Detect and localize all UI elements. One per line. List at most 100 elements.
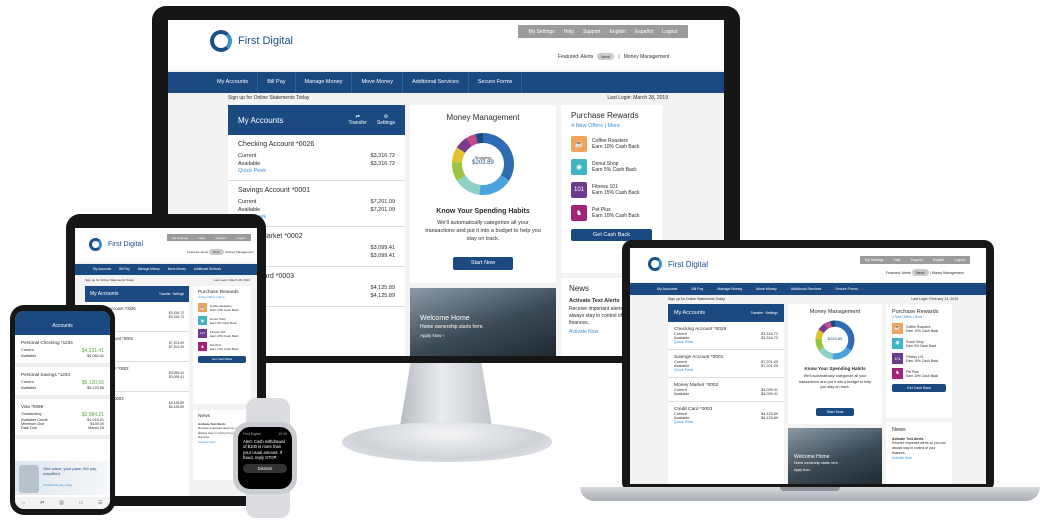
util-logout[interactable]: Logout [954,258,965,262]
util-support[interactable]: Support [583,29,601,35]
news-body: Receive important alerts so you can alwa… [892,441,946,455]
promo-banner[interactable]: One place, your pace. Bill pay, simplifi… [15,461,110,495]
reward-item[interactable]: ☕ Coffee Roasters Earn 10% Cash Back [198,303,246,312]
reward-item[interactable]: ◉ Donut Shop Earn 5% Cash Back [892,338,946,349]
reward-item[interactable]: ♞ Pet Plus Earn 10% Cash Back [892,368,946,379]
util-logout[interactable]: Logout [662,29,677,35]
util-my-settings[interactable]: My Settings [529,29,555,35]
util-support[interactable]: Support [911,258,923,262]
util-logout[interactable]: Logout [237,236,246,240]
nav-secure-forms[interactable]: Secure Forms [828,283,865,295]
more-link[interactable]: More [608,123,621,129]
apply-now-link[interactable]: Apply Now › [794,468,811,472]
reward-item[interactable]: 101 Fitness 101 Earn 15% Cash Back [198,329,246,338]
util-my-settings[interactable]: My Settings [865,258,883,262]
reward-item[interactable]: 101 Fitness 101 Earn 15% Cash Back [892,353,946,364]
util-english[interactable]: English [610,29,626,35]
dismiss-button[interactable]: Dismiss [243,463,287,473]
nav-move-money[interactable]: Move Money [164,264,190,275]
reward-item[interactable]: ♞ Pet Plus Earn 10% Cash Back [571,205,652,221]
util-help[interactable]: Help [564,29,574,35]
phone-account-item[interactable]: Visa *0098 Outstanding $2,984.21 Availabl… [15,399,110,439]
menu-tab-icon[interactable]: ☰ [98,500,102,506]
nav-bill-pay[interactable]: Bill Pay [684,283,710,295]
featured-alerts-link[interactable]: Featured: Alerts [886,271,911,275]
new-offers-link[interactable]: 4 New Offers [198,295,215,299]
nav-bill-pay[interactable]: Bill Pay [115,264,134,275]
nav-move-money[interactable]: Move Money [352,72,403,93]
start-now-button[interactable]: Start Now [453,257,513,270]
nav-bill-pay[interactable]: Bill Pay [258,72,296,93]
nav-secure-forms[interactable]: Secure Forms [469,72,523,93]
quick-peek-link[interactable]: Quick Peek [674,368,778,372]
welcome-banner[interactable]: Welcome Home Home ownership starts here.… [788,428,882,484]
nav-my-accounts[interactable]: My Accounts [650,283,684,295]
start-now-button[interactable]: Start Now [816,408,854,416]
nav-additional-services[interactable]: Additional Services [190,264,225,275]
nav-my-accounts[interactable]: My Accounts [208,72,259,93]
nav-manage-money[interactable]: Manage Money [296,72,353,93]
util-help[interactable]: Help [199,236,205,240]
brand-logo[interactable]: First Digital [89,238,143,251]
reward-item[interactable]: ◉ Donut Shop Earn 5% Cash Back [198,316,246,325]
card-tab-icon[interactable]: ▭ [79,500,84,506]
reward-item[interactable]: ◉ Donut Shop Earn 5% Cash Back [571,159,652,175]
brand-logo[interactable]: First Digital [648,257,708,271]
transfer-tab-icon[interactable]: ⇄ [40,500,44,506]
nav-move-money[interactable]: Move Money [749,283,784,295]
account-item[interactable]: Money Market *0002Current$3,099.41Availa… [668,378,784,402]
util-support[interactable]: Support [215,236,226,240]
featured-alerts-link[interactable]: Featured: Alerts [558,54,593,60]
quick-peek-link[interactable]: Quick Peek [674,420,778,424]
transfer-button[interactable]: ⇄ Transfer [348,114,366,126]
donut-segment [824,321,832,329]
util-english[interactable]: English [933,258,944,262]
activate-now-link[interactable]: Activate Now [892,456,946,460]
featured-alerts-link[interactable]: Featured: Alerts [187,250,208,254]
nav-additional-services[interactable]: Additional Services [403,72,469,93]
reward-item[interactable]: ♞ Pet Plus Earn 10% Cash Back [198,342,246,351]
phone-account-item[interactable]: Personal Savings *1234 Current $5,120.56 … [15,367,110,399]
home-tab-icon[interactable]: ⌂ [22,500,25,506]
reward-item[interactable]: ☕ Coffee Roasters Earn 10% Cash Back [571,136,652,152]
nav-manage-money[interactable]: Manage Money [710,283,749,295]
account-item[interactable]: Checking Account *0026Current$3,316.72Av… [668,322,784,350]
statements-link[interactable]: Sign up for Online Statements Today [668,297,725,301]
watch-alert-message: Alert: Cash withdrawal of $100 is more t… [243,439,285,461]
nav-manage-money[interactable]: Manage Money [134,264,164,275]
money-management-link[interactable]: Money Management [624,54,670,60]
util-espanol[interactable]: Español [635,29,653,35]
more-link[interactable]: More [218,295,225,299]
new-offers-link[interactable]: 4 New Offers [892,315,912,319]
account-item[interactable]: Savings Account *0001Current$7,201.09Ava… [668,350,784,378]
money-management-link[interactable]: Money Management [226,250,253,254]
more-link[interactable]: More [915,315,923,319]
util-my-settings[interactable]: My Settings [172,236,188,240]
reward-item[interactable]: 101 Fitness 101 Earn 15% Cash Back [571,182,652,198]
nav-additional-services[interactable]: Additional Services [784,283,829,295]
transfer-button[interactable]: Transfer [159,292,171,296]
quick-peek-link[interactable]: Quick Peek [674,340,778,344]
apply-now-link[interactable]: Apply Now › [420,333,444,338]
welcome-banner[interactable]: Welcome Home Home ownership starts here.… [410,288,556,356]
phone-account-item[interactable]: Personal Checking *1234 Current $4,231.41… [15,335,110,367]
util-help[interactable]: Help [893,258,900,262]
new-offers-link[interactable]: 4 New Offers [571,123,603,129]
account-item[interactable]: Credit Card *0003Current$4,125.89Availab… [668,402,784,429]
statements-link[interactable]: Sign up for Online Statements Today [85,278,134,282]
get-cash-back-button[interactable]: Get Cash Back [892,384,946,392]
nav-my-accounts[interactable]: My Accounts [89,264,115,275]
get-cash-back-button[interactable]: Get Cash Back [198,356,246,363]
money-management-link[interactable]: Money Management [932,271,964,275]
promo-link[interactable]: Activate bill pay today [43,483,72,487]
settings-button[interactable]: Settings [765,311,778,315]
quick-peek-link[interactable]: Quick Peek [238,168,395,174]
statements-link[interactable]: Sign up for Online Statements Today [228,95,309,101]
brand-logo[interactable]: First Digital [210,30,293,52]
transfer-button[interactable]: Transfer [750,311,763,315]
reward-item[interactable]: ☕ Coffee Roasters Earn 10% Cash Back [892,323,946,334]
bank-tab-icon[interactable]: ▥ [59,500,64,506]
settings-button[interactable]: Settings [172,292,184,296]
account-item[interactable]: Checking Account *0026 Current $3,316.72 … [228,135,405,181]
settings-button[interactable]: ⚙ Settings [377,114,395,126]
